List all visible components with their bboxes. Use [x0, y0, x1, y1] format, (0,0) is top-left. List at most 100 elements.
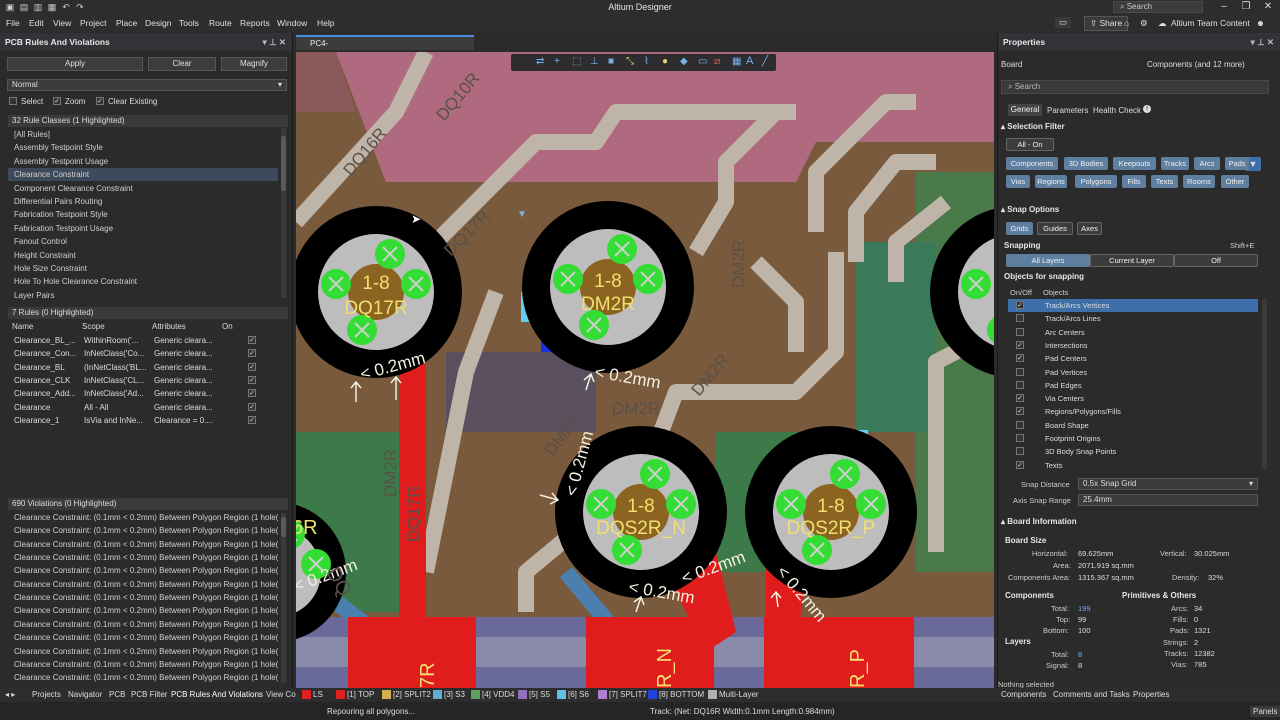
- snap-object-checkbox[interactable]: [1016, 380, 1024, 389]
- snap-object-checkbox[interactable]: ✓: [1016, 460, 1024, 469]
- snap-object-row[interactable]: ✓ Regions/Polygons/Fills: [1008, 405, 1258, 418]
- rule-class-item[interactable]: Height Constraint: [8, 249, 278, 262]
- menu-edit[interactable]: Edit: [29, 18, 44, 28]
- violation-row[interactable]: Clearance Constraint: (0.1mm < 0.2mm) Be…: [8, 564, 278, 577]
- snap-object-checkbox[interactable]: [1016, 434, 1024, 442]
- menu-project[interactable]: Project: [80, 18, 106, 28]
- snap-all-layers[interactable]: All Layers: [1006, 254, 1090, 267]
- rule-class-item[interactable]: Fanout Control: [8, 235, 278, 248]
- rule-row[interactable]: Clearance_BL_... WithinRoom('... Generic c…: [8, 334, 278, 347]
- rule-classes-header[interactable]: 32 Rule Classes (1 Highlighted): [8, 115, 288, 127]
- diff-pair-icon[interactable]: ⌇: [644, 56, 649, 67]
- right-bottom-tab-0[interactable]: Components: [1001, 690, 1046, 699]
- filter-components[interactable]: Components: [1006, 157, 1058, 170]
- violation-row[interactable]: Clearance Constraint: (0.1mm < 0.2mm) Be…: [8, 604, 278, 617]
- snap-distance-select[interactable]: 0.5x Snap Grid ▾: [1078, 478, 1258, 490]
- col-name[interactable]: Name: [12, 322, 33, 331]
- rule-enabled-checkbox[interactable]: ✓: [248, 349, 256, 358]
- comp-total-value[interactable]: 199: [1078, 604, 1091, 613]
- menu-help[interactable]: Help: [317, 18, 334, 28]
- menu-design[interactable]: Design: [145, 18, 171, 28]
- board-info-header[interactable]: ▴ Board Information: [1001, 517, 1077, 526]
- tab-parameters[interactable]: Parameters: [1047, 106, 1088, 115]
- violations-scrollbar[interactable]: [281, 513, 286, 683]
- filter-texts[interactable]: Texts: [1151, 175, 1178, 188]
- rule-enabled-checkbox[interactable]: ✓: [248, 375, 256, 384]
- component-icon[interactable]: ■: [608, 56, 614, 67]
- route-icon[interactable]: ⇄: [536, 56, 544, 67]
- via-icon[interactable]: ●: [662, 56, 668, 67]
- tab-scroll-icon[interactable]: ◂ ▸: [5, 690, 15, 699]
- layer-tab[interactable]: [7] SPLIT7: [609, 690, 647, 699]
- user-icon[interactable]: ☻: [1256, 18, 1265, 28]
- filter-fills[interactable]: Fills: [1122, 175, 1146, 188]
- bottom-tab-3[interactable]: PCB Filter: [131, 690, 167, 699]
- rule-row[interactable]: Clearance_Add... InNetClass('Ad... Generic…: [8, 387, 278, 400]
- snap-object-checkbox[interactable]: [1016, 420, 1024, 429]
- axis-snap-input[interactable]: 25.4mm: [1078, 494, 1258, 506]
- chat-icon[interactable]: ▭: [1055, 17, 1072, 28]
- highlight-mode-select[interactable]: Normal ▾: [7, 79, 287, 91]
- snap-object-checkbox[interactable]: [1016, 327, 1024, 336]
- layer-tab[interactable]: [6] S6: [568, 690, 589, 699]
- global-search[interactable]: ⌕ Search: [1113, 1, 1203, 13]
- layer-tab[interactable]: [5] S5: [529, 690, 550, 699]
- violation-row[interactable]: Clearance Constraint: (0.1mm < 0.2mm) Be…: [8, 618, 278, 631]
- rule-class-item[interactable]: Hole Size Constraint: [8, 262, 278, 275]
- snap-current-layer[interactable]: Current Layer: [1090, 254, 1174, 267]
- close-button[interactable]: ✕: [1258, 0, 1278, 15]
- settings-icon[interactable]: ⚙: [1140, 18, 1148, 29]
- line-icon[interactable]: ╱: [762, 56, 768, 67]
- menu-place[interactable]: Place: [116, 18, 137, 28]
- layer-swatch[interactable]: [382, 690, 391, 699]
- rule-row[interactable]: Clearance_CLK InNetClass('CL... Generic cl…: [8, 374, 278, 387]
- pcb-canvas[interactable]: 1-8 DQ17R 1-8 DM2R 1-8 DQS2R_N 1-8 DQS2R…: [296, 52, 994, 688]
- violation-row[interactable]: Clearance Constraint: (0.1mm < 0.2mm) Be…: [8, 524, 278, 537]
- layer-swatch[interactable]: [302, 690, 311, 699]
- layer-tab[interactable]: [3] S3: [444, 690, 465, 699]
- rule-class-item[interactable]: Fabrication Testpoint Usage: [8, 222, 278, 235]
- rule-enabled-checkbox[interactable]: ✓: [248, 389, 256, 398]
- rule-enabled-checkbox[interactable]: ✓: [248, 336, 256, 344]
- col-attributes[interactable]: Attributes: [152, 322, 186, 331]
- violation-row[interactable]: Clearance Constraint: (0.1mm < 0.2mm) Be…: [8, 631, 278, 644]
- violation-row[interactable]: Clearance Constraint: (0.1mm < 0.2mm) Be…: [8, 538, 278, 551]
- rule-class-item[interactable]: Assembly Testpoint Usage: [8, 155, 278, 168]
- filter-icon[interactable]: ▼: [517, 209, 527, 220]
- bottom-tab-0[interactable]: Projects: [32, 690, 61, 699]
- crosshair-icon[interactable]: +: [554, 56, 560, 67]
- snap-object-row[interactable]: ✓ Via Centers: [1008, 392, 1258, 405]
- rule-enabled-checkbox[interactable]: ✓: [248, 415, 256, 424]
- keepout-icon[interactable]: ⧄: [714, 56, 720, 67]
- col-scope[interactable]: Scope: [82, 322, 105, 331]
- layers-total-value[interactable]: 8: [1078, 650, 1082, 659]
- col-on[interactable]: On: [222, 322, 233, 331]
- menu-route[interactable]: Route: [209, 18, 232, 28]
- rule-class-item[interactable]: Assembly Testpoint Style: [8, 141, 278, 154]
- violation-row[interactable]: Clearance Constraint: (0.1mm < 0.2mm) Be…: [8, 658, 278, 671]
- rule-row[interactable]: Clearance_BL (InNetClass('BL... Generic cl…: [8, 361, 278, 374]
- rule-row[interactable]: Clearance_1 IsVia and InNe... Clearance = …: [8, 414, 278, 427]
- layer-tab[interactable]: LS: [313, 690, 323, 699]
- snap-object-checkbox[interactable]: [1016, 314, 1024, 323]
- objects-scrollbar[interactable]: [1262, 299, 1267, 469]
- layer-tab[interactable]: [2] SPLIT2: [393, 690, 431, 699]
- right-bottom-tab-2[interactable]: Properties: [1133, 690, 1169, 699]
- snap-object-row[interactable]: Track/Arcs Lines: [1008, 312, 1258, 325]
- snap-object-row[interactable]: ✓ Texts: [1008, 459, 1258, 472]
- layer-tab[interactable]: [1] TOP: [347, 690, 374, 699]
- snap-object-row[interactable]: Board Shape: [1008, 419, 1258, 432]
- snap-object-row[interactable]: Footprint Origins: [1008, 432, 1258, 445]
- layer-swatch[interactable]: [598, 690, 607, 699]
- minimize-button[interactable]: –: [1214, 0, 1234, 15]
- layer-tab[interactable]: [4] VDD4: [482, 690, 514, 699]
- scrollbar-thumb[interactable]: [281, 136, 286, 191]
- filter-arcs[interactable]: Arcs: [1194, 157, 1220, 170]
- snap-object-checkbox[interactable]: ✓: [1016, 340, 1024, 349]
- layer-swatch[interactable]: [471, 690, 480, 699]
- snap-object-checkbox[interactable]: ✓: [1016, 354, 1024, 363]
- panel-pin-close-icon[interactable]: ▾ ⊥ ✕: [262, 37, 286, 48]
- rule-class-item[interactable]: Clearance Constraint: [8, 168, 278, 182]
- align-icon[interactable]: ⊥: [590, 56, 599, 67]
- select-rect-icon[interactable]: ⬚: [572, 56, 581, 67]
